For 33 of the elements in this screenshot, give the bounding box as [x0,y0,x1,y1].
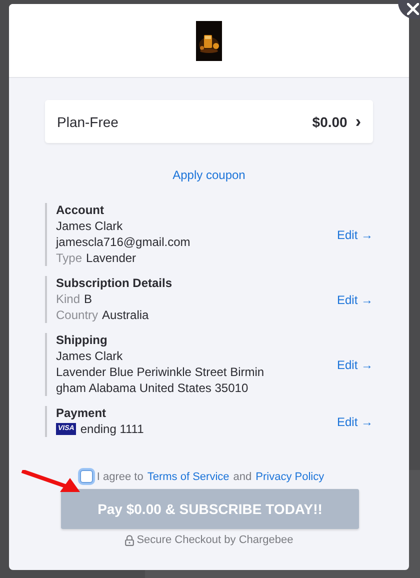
field-value: B [84,291,92,307]
plan-name: Plan-Free [57,114,118,130]
agree-text: and [233,470,252,482]
edit-link[interactable]: Edit → [336,292,373,306]
plan-price: $0.00 [312,114,348,130]
section-title: Account [56,203,105,218]
section-title: Subscription Details [56,276,172,291]
edit-link[interactable]: Edit → [336,414,373,428]
detail-text: jamescla716@gmail.com [56,234,190,250]
field-value: Australia [102,307,149,323]
section-title: Shipping [56,333,108,348]
detail-text: Lavender Blue Periwinkle Street Birmin [56,364,264,380]
detail-text: James Clark [56,218,124,234]
chevron: › [355,113,361,130]
section-title: Payment [56,406,108,421]
apply-coupon-link[interactable]: Apply coupon [172,168,246,182]
field-label: Country [56,307,98,323]
field-label: Type [56,250,82,266]
agree-text: I agree to [96,470,144,482]
plan-selector[interactable]: Plan-Free $0.00 › [45,100,373,143]
field-value: Lavender [86,250,136,266]
agree-checkbox[interactable] [80,470,93,483]
lock-icon [124,534,134,546]
privacy-link[interactable]: Privacy Policy [256,470,324,482]
card-number: ending 1111 [80,421,144,437]
detail-text: gham Alabama United States 35010 [56,380,250,396]
detail-text: James Clark [56,348,124,364]
edit-link[interactable]: Edit → [336,228,373,242]
terms-link[interactable]: Terms of Service [147,470,230,482]
close-icon [407,3,419,15]
field-label: Kind [56,291,80,307]
secure-checkout-note: Secure Checkout by Chargebee [136,534,294,546]
edit-link[interactable]: Edit → [336,358,373,372]
